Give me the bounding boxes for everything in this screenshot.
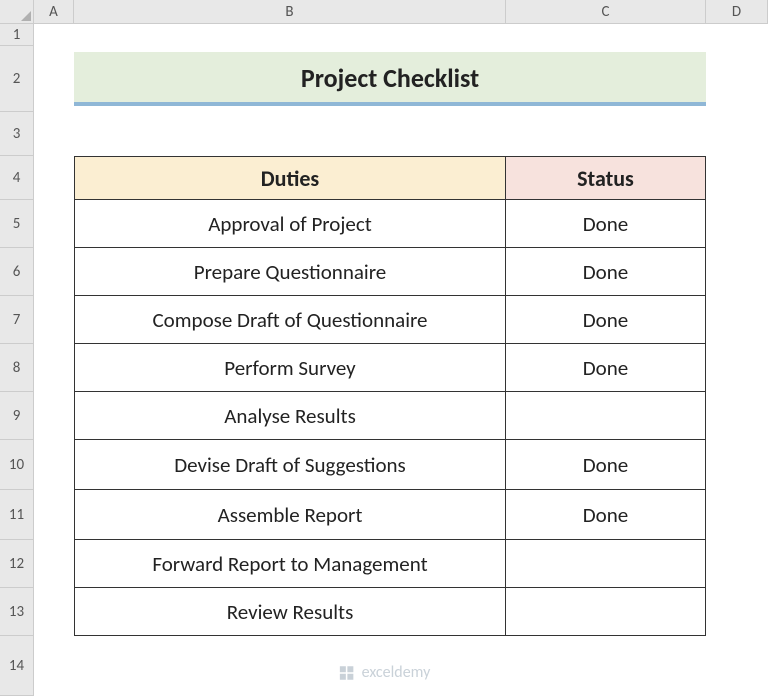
- title-merged-cell[interactable]: Project Checklist: [74, 46, 706, 112]
- col-d-cells[interactable]: [706, 24, 768, 696]
- table-row-duty[interactable]: Assemble Report: [74, 490, 506, 540]
- row-header-1[interactable]: 1: [0, 24, 34, 46]
- table-row-status[interactable]: Done: [506, 200, 706, 248]
- header-status[interactable]: Status: [506, 156, 706, 200]
- table-row-status[interactable]: Done: [506, 344, 706, 392]
- table-row-status[interactable]: Done: [506, 248, 706, 296]
- row-header-8[interactable]: 8: [0, 344, 34, 392]
- col-header-b[interactable]: B: [74, 0, 506, 24]
- table-row-duty[interactable]: Prepare Questionnaire: [74, 248, 506, 296]
- col-header-d[interactable]: D: [706, 0, 768, 24]
- logo-icon: [338, 664, 356, 682]
- row-header-11[interactable]: 11: [0, 490, 34, 540]
- row-header-5[interactable]: 5: [0, 200, 34, 248]
- table-row-status[interactable]: [506, 392, 706, 440]
- spreadsheet-grid: A B C D 1 2 3 4 5 6 7 8 9 10 11 12 13 14…: [0, 0, 768, 696]
- row-header-7[interactable]: 7: [0, 296, 34, 344]
- row-header-12[interactable]: 12: [0, 540, 34, 588]
- table-row-duty[interactable]: Compose Draft of Questionnaire: [74, 296, 506, 344]
- row-header-9[interactable]: 9: [0, 392, 34, 440]
- table-row-duty[interactable]: Review Results: [74, 588, 506, 636]
- table-row-duty[interactable]: Forward Report to Management: [74, 540, 506, 588]
- table-row-duty[interactable]: Approval of Project: [74, 200, 506, 248]
- row-3-cells[interactable]: [74, 112, 706, 156]
- table-row-status[interactable]: [506, 540, 706, 588]
- header-duties[interactable]: Duties: [74, 156, 506, 200]
- table-row-status[interactable]: Done: [506, 296, 706, 344]
- col-header-a[interactable]: A: [34, 0, 74, 24]
- row-header-6[interactable]: 6: [0, 248, 34, 296]
- row-header-10[interactable]: 10: [0, 440, 34, 490]
- row-header-2[interactable]: 2: [0, 46, 34, 112]
- watermark: exceldemy: [338, 663, 431, 682]
- row-header-4[interactable]: 4: [0, 156, 34, 200]
- watermark-text: exceldemy: [362, 663, 431, 682]
- page-title: Project Checklist: [74, 52, 706, 106]
- table-row-duty[interactable]: Perform Survey: [74, 344, 506, 392]
- table-row-status[interactable]: Done: [506, 440, 706, 490]
- table-row-status[interactable]: [506, 588, 706, 636]
- row-header-13[interactable]: 13: [0, 588, 34, 636]
- col-header-c[interactable]: C: [506, 0, 706, 24]
- col-a-cells[interactable]: [34, 24, 74, 696]
- table-row-duty[interactable]: Analyse Results: [74, 392, 506, 440]
- table-row-status[interactable]: Done: [506, 490, 706, 540]
- row-header-3[interactable]: 3: [0, 112, 34, 156]
- row-header-14[interactable]: 14: [0, 636, 34, 696]
- row-1-cells[interactable]: [74, 24, 706, 46]
- select-all-corner[interactable]: [0, 0, 34, 24]
- table-row-duty[interactable]: Devise Draft of Suggestions: [74, 440, 506, 490]
